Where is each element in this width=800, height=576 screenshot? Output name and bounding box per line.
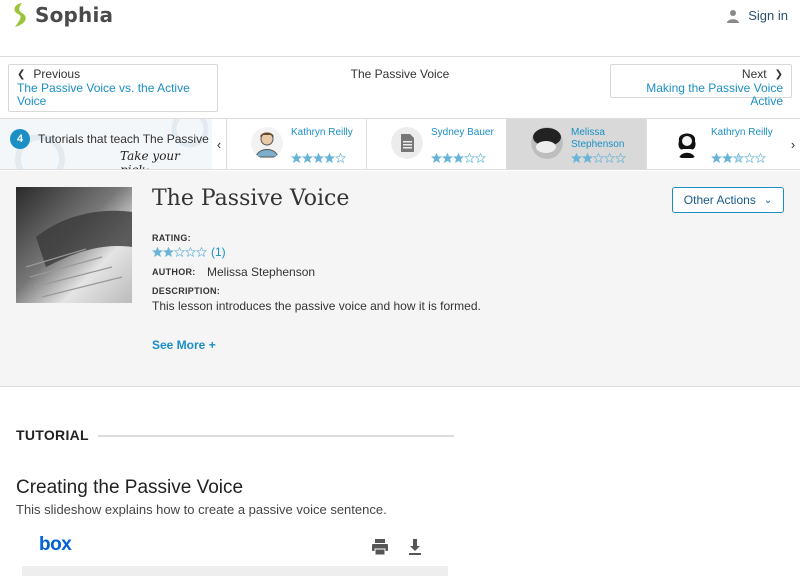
next-label: Next — [741, 67, 767, 81]
star-filled-icon — [163, 247, 174, 257]
star-rating — [431, 153, 486, 163]
tutorial-title: The Passive Voice — [152, 186, 350, 211]
star-filled-icon — [733, 153, 744, 163]
rating-count[interactable]: (1) — [211, 245, 226, 259]
tutorial-picker-strip: 4 Tutorials that teach The Passive Take … — [0, 118, 800, 170]
chevron-down-icon: ⌄ — [763, 194, 773, 206]
next-tutorial-link[interactable]: Next ❯ Making the Passive Voice Active — [610, 64, 792, 108]
logo-text: Sophia — [35, 3, 114, 27]
star-filled-icon — [302, 153, 313, 163]
previous-title: The Passive Voice vs. the Active Voice — [17, 81, 190, 108]
author-label: AUTHOR: — [152, 267, 196, 277]
avatar — [671, 127, 703, 159]
take-your-pick-label: Take your pick: — [120, 149, 180, 169]
site-header: Sophia Sign in — [0, 0, 800, 57]
box-logo: box — [39, 534, 72, 555]
star-empty-icon — [593, 153, 604, 163]
sign-in-label: Sign in — [748, 8, 788, 23]
star-filled-icon — [711, 153, 722, 163]
slideshow-title: Creating the Passive Voice — [16, 477, 244, 498]
star-filled-icon — [442, 153, 453, 163]
star-rating — [711, 153, 766, 163]
tutorial-count-badge: 4 — [10, 129, 30, 149]
rating-label: RATING: — [152, 233, 191, 243]
tutorial-overview: The Passive Voice Other Actions ⌄ RATING… — [0, 171, 800, 387]
previous-label: Previous — [33, 67, 81, 81]
rating: (1) — [152, 245, 226, 259]
star-empty-icon — [174, 247, 185, 257]
star-empty-icon — [604, 153, 615, 163]
card-author: Melissa Stephenson — [571, 127, 625, 150]
print-icon[interactable] — [371, 538, 389, 556]
description-text: This lesson introduces the passive voice… — [152, 299, 481, 313]
section-divider — [98, 435, 454, 437]
tutorial-card-selected[interactable]: Melissa Stephenson — [506, 119, 646, 169]
sophia-logo-icon — [14, 3, 26, 27]
star-empty-icon — [755, 153, 766, 163]
previous-tutorial-link[interactable]: ❮ Previous The Passive Voice vs. the Act… — [8, 64, 218, 112]
star-empty-icon — [335, 153, 346, 163]
star-rating — [571, 153, 626, 163]
card-author: Kathryn Reilly — [711, 127, 773, 138]
star-filled-icon — [571, 153, 582, 163]
tutorial-picker-header: 4 Tutorials that teach The Passive Take … — [0, 119, 212, 169]
card-author: Sydney Bauer — [431, 127, 494, 138]
tutorial-picker-title: Tutorials that teach The Passive — [38, 132, 209, 146]
star-filled-icon — [722, 153, 733, 163]
star-empty-icon — [615, 153, 626, 163]
section-label: TUTORIAL — [16, 427, 89, 443]
star-filled-icon — [453, 153, 464, 163]
star-filled-icon — [431, 153, 442, 163]
see-more-link[interactable]: See More + — [152, 338, 216, 352]
tutorial-card[interactable]: Sydney Bauer — [366, 119, 506, 169]
other-actions-button[interactable]: Other Actions ⌄ — [672, 187, 784, 213]
document-icon — [391, 127, 423, 159]
card-author: Kathryn Reilly — [291, 127, 353, 138]
chevron-left-icon[interactable]: ‹ — [212, 119, 226, 169]
next-title: Making the Passive Voice Active — [646, 81, 783, 108]
star-empty-icon — [185, 247, 196, 257]
slideshow-description: This slideshow explains how to create a … — [16, 502, 387, 517]
author-name: Melissa Stephenson — [207, 265, 316, 279]
star-empty-icon — [464, 153, 475, 163]
star-empty-icon — [475, 153, 486, 163]
star-empty-icon — [196, 247, 207, 257]
user-icon — [727, 9, 740, 23]
star-filled-icon — [152, 247, 163, 257]
description-label: DESCRIPTION: — [152, 286, 221, 296]
sophia-logo[interactable]: Sophia — [10, 2, 113, 28]
star-filled-icon — [582, 153, 593, 163]
box-viewer-area — [22, 566, 448, 576]
chevron-right-icon[interactable]: › — [786, 119, 800, 169]
star-empty-icon — [744, 153, 755, 163]
avatar — [531, 127, 563, 159]
tutorial-thumbnail — [16, 187, 132, 303]
tutorial-nav: ❮ Previous The Passive Voice vs. the Act… — [0, 57, 800, 117]
sign-in-button[interactable]: Sign in — [726, 8, 788, 23]
star-filled-icon — [324, 153, 335, 163]
star-filled-icon — [291, 153, 302, 163]
avatar — [251, 127, 283, 159]
star-filled-icon — [313, 153, 324, 163]
current-tutorial-title: The Passive Voice — [350, 67, 450, 81]
chevron-left-icon: ❮ — [17, 68, 26, 80]
star-rating — [152, 247, 207, 257]
download-icon[interactable] — [406, 538, 424, 556]
box-embed: box — [22, 530, 448, 576]
tutorial-card[interactable]: Kathryn Reilly — [646, 119, 786, 169]
tutorial-card[interactable]: Kathryn Reilly — [226, 119, 366, 169]
chevron-right-icon: ❯ — [774, 68, 783, 80]
other-actions-label: Other Actions — [683, 193, 756, 207]
tutorial-cards: Kathryn Reilly Sydney Bauer Melissa Step… — [226, 119, 786, 169]
star-rating — [291, 153, 346, 163]
